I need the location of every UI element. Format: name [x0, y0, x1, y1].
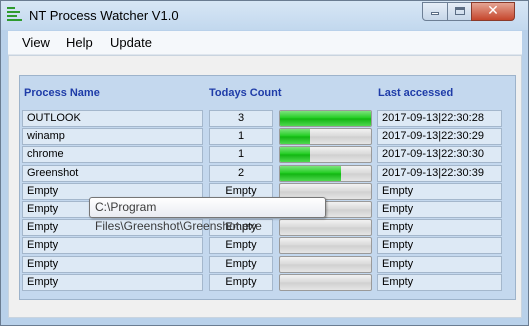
process-name-cell[interactable]: chrome — [22, 146, 203, 163]
minimize-icon — [431, 12, 439, 15]
todays-count-cell: Empty — [209, 274, 273, 291]
todays-count-cell: Empty — [209, 256, 273, 273]
process-name-cell[interactable]: Empty — [22, 274, 203, 291]
title-bar[interactable]: NT Process Watcher V1.0 ✕ — [1, 1, 528, 30]
process-name-cell[interactable]: Greenshot — [22, 165, 203, 182]
last-accessed-cell: Empty — [377, 201, 502, 218]
todays-count-cell: 2 — [209, 165, 273, 182]
last-accessed-cell: 2017-09-13|22:30:30 — [377, 146, 502, 163]
usage-progress-bar — [279, 110, 372, 127]
menu-bar: View Help Update — [8, 31, 522, 55]
usage-progress-bar — [279, 219, 372, 236]
usage-progress-bar — [279, 165, 372, 182]
app-logo-icon — [7, 7, 22, 23]
process-name-cell[interactable]: Empty — [22, 256, 203, 273]
last-accessed-cell: 2017-09-13|22:30:29 — [377, 128, 502, 145]
todays-count-cell: 3 — [209, 110, 273, 127]
last-accessed-cell: Empty — [377, 237, 502, 254]
last-accessed-cell: Empty — [377, 219, 502, 236]
close-button[interactable]: ✕ — [471, 2, 515, 21]
process-name-cell[interactable]: Empty — [22, 237, 203, 254]
maximize-button[interactable] — [447, 2, 472, 21]
close-icon: ✕ — [487, 3, 499, 19]
last-accessed-cell: Empty — [377, 256, 502, 273]
usage-progress-bar — [279, 128, 372, 145]
path-tooltip: C:\Program Files\Greenshot\Greenshot.exe — [89, 197, 326, 233]
header-process-name: Process Name — [24, 87, 100, 99]
todays-count-cell: Empty — [209, 237, 273, 254]
usage-progress-fill — [280, 111, 371, 126]
usage-progress-bar — [279, 237, 372, 254]
menu-update[interactable]: Update — [110, 35, 152, 50]
todays-count-cell: 1 — [209, 146, 273, 163]
process-name-cell[interactable]: OUTLOOK — [22, 110, 203, 127]
usage-progress-fill — [280, 166, 341, 181]
usage-progress-bar — [279, 274, 372, 291]
header-todays-count: Todays Count — [209, 87, 282, 99]
window-title: NT Process Watcher V1.0 — [29, 8, 179, 23]
last-accessed-cell: Empty — [377, 274, 502, 291]
process-name-cell[interactable]: winamp — [22, 128, 203, 145]
minimize-button[interactable] — [422, 2, 448, 21]
usage-progress-fill — [280, 147, 311, 162]
last-accessed-cell: 2017-09-13|22:30:28 — [377, 110, 502, 127]
last-accessed-cell: 2017-09-13|22:30:39 — [377, 165, 502, 182]
usage-progress-bar — [279, 146, 372, 163]
menu-view[interactable]: View — [22, 35, 50, 50]
last-accessed-cell: Empty — [377, 183, 502, 200]
header-last-accessed: Last accessed — [378, 87, 454, 99]
usage-progress-bar — [279, 256, 372, 273]
maximize-icon — [454, 7, 465, 15]
todays-count-cell: 1 — [209, 128, 273, 145]
menu-help[interactable]: Help — [66, 35, 93, 50]
usage-progress-fill — [280, 129, 311, 144]
